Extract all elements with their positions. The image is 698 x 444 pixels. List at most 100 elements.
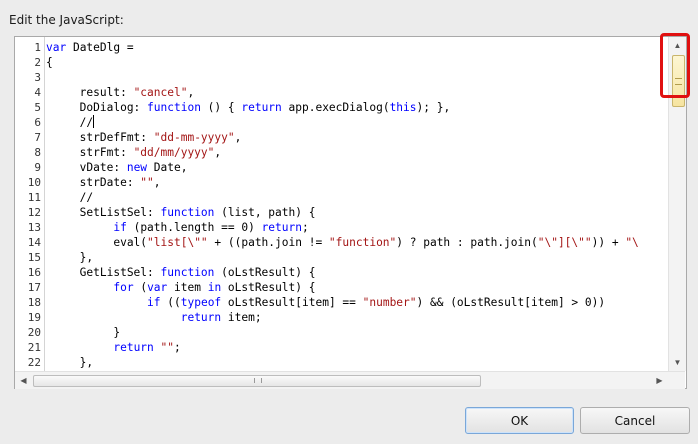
line-number: 6 [34, 116, 41, 129]
line-number-gutter: 1 2 3 4 5 6 7 8 9 10 11 12 13 14 15 16 17 18 19 20 21 22 [15, 37, 45, 371]
code-line: eval("list[\"" + ((path.join != "functio… [46, 235, 638, 250]
line-number: 22 [27, 356, 41, 369]
code-token: ) ? path : path.join( [396, 236, 538, 249]
code-line: strDate: "", [46, 175, 161, 190]
scroll-left-arrow-icon[interactable]: ◀ [15, 372, 32, 389]
keyword-token: if [147, 296, 161, 309]
code-token: ( [133, 281, 148, 294]
keyword-token: this [389, 101, 417, 114]
code-token: GetListSel: [46, 266, 161, 279]
dialog-label: Edit the JavaScript: [9, 13, 124, 27]
code-token: , [187, 86, 195, 99]
code-token: SetListSel: [46, 206, 161, 219]
code-line: SetListSel: function (list, path) { [46, 205, 316, 220]
code-line: vDate: new Date, [46, 160, 188, 175]
line-number: 8 [34, 146, 41, 159]
horizontal-scroll-thumb[interactable] [33, 375, 481, 387]
code-editor[interactable]: 1 2 3 4 5 6 7 8 9 10 11 12 13 14 15 16 17 18 19 20 21 22 var … [14, 36, 687, 389]
code-line: }, [46, 355, 93, 370]
code-token: (oLstResult) { [214, 266, 316, 279]
line-number: 9 [34, 161, 41, 174]
keyword-token: var [46, 41, 67, 54]
line-number: 1 [34, 41, 41, 54]
text-caret [93, 115, 95, 128]
keyword-token: return [261, 221, 302, 234]
code-token: }, [46, 356, 94, 369]
code-token: // [46, 116, 94, 129]
line-number: 15 [27, 251, 41, 264]
code-token: item [167, 281, 208, 294]
keyword-token: for [113, 281, 134, 294]
code-token: + ((path.join != [207, 236, 329, 249]
keyword-token: function [147, 101, 201, 114]
code-token: ; [174, 341, 181, 354]
line-number: 11 [27, 191, 41, 204]
code-line: return ""; [46, 340, 181, 355]
keyword-token: var [147, 281, 168, 294]
code-token: oLstResult) { [221, 281, 316, 294]
keyword-token: return [113, 341, 154, 354]
line-number: 18 [27, 296, 41, 309]
line-number: 12 [27, 206, 41, 219]
line-number: 14 [27, 236, 41, 249]
code-line: return item; [46, 310, 262, 325]
code-line: if ((typeof oLstResult[item] == "number"… [46, 295, 605, 310]
code-line: GetListSel: function (oLstResult) { [46, 265, 316, 280]
line-number: 21 [27, 341, 41, 354]
string-token: "" [140, 176, 154, 189]
horizontal-scrollbar[interactable]: ◀ ▶ [15, 371, 685, 389]
code-line: strFmt: "dd/mm/yyyy", [46, 145, 221, 160]
line-number: 3 [34, 71, 41, 84]
code-line: if (path.length == 0) return; [46, 220, 308, 235]
line-number: 16 [27, 266, 41, 279]
code-line: DoDialog: function () { return app.execD… [46, 100, 451, 115]
string-token: "\"][\"" [537, 236, 592, 249]
code-token: oLstResult[item] == [221, 296, 363, 309]
code-token: // [46, 191, 94, 204]
line-number: 13 [27, 221, 41, 234]
string-token: "function" [328, 236, 397, 249]
string-token: "cancel" [133, 86, 188, 99]
code-line: // [46, 190, 93, 205]
keyword-token: function [160, 266, 215, 279]
code-line: for (var item in oLstResult) { [46, 280, 315, 295]
scroll-right-arrow-icon[interactable]: ▶ [651, 372, 668, 389]
line-number: 17 [27, 281, 41, 294]
code-token: ) && (oLstResult[item] > 0)) [416, 296, 606, 309]
ok-button[interactable]: OK [465, 407, 574, 434]
code-line: result: "cancel", [46, 85, 195, 100]
keyword-token: function [160, 206, 215, 219]
code-line: } [46, 325, 120, 340]
code-token: )) + [591, 236, 626, 249]
code-token: Date, [147, 161, 188, 174]
line-number: 20 [27, 326, 41, 339]
code-token: } [46, 326, 121, 339]
code-token: DoDialog: [46, 101, 148, 114]
code-text-area[interactable]: var DateDlg ={ result: "cancel", DoDialo… [46, 37, 667, 371]
code-line: { [46, 55, 53, 70]
code-token: { [46, 56, 53, 69]
code-token: strDate: [46, 176, 141, 189]
code-token: eval( [46, 236, 148, 249]
string-token: "dd/mm/yyyy" [133, 146, 215, 159]
code-token: () { [200, 101, 242, 114]
code-token: app.execDialog( [281, 101, 390, 114]
string-token: "number" [362, 296, 417, 309]
code-token: , [153, 176, 161, 189]
line-number: 10 [27, 176, 41, 189]
keyword-token: new [126, 161, 148, 174]
keyword-token: in [207, 281, 222, 294]
cancel-button[interactable]: Cancel [580, 407, 690, 434]
line-number: 19 [27, 311, 41, 324]
line-number: 5 [34, 101, 41, 114]
keyword-token: return [180, 311, 222, 324]
code-line: strDefFmt: "dd-mm-yyyy", [46, 130, 242, 145]
scroll-down-arrow-icon[interactable]: ▼ [669, 354, 686, 371]
code-token: (path.length == 0) [126, 221, 262, 234]
code-token: (list, path) { [214, 206, 316, 219]
code-token: vDate: [46, 161, 127, 174]
